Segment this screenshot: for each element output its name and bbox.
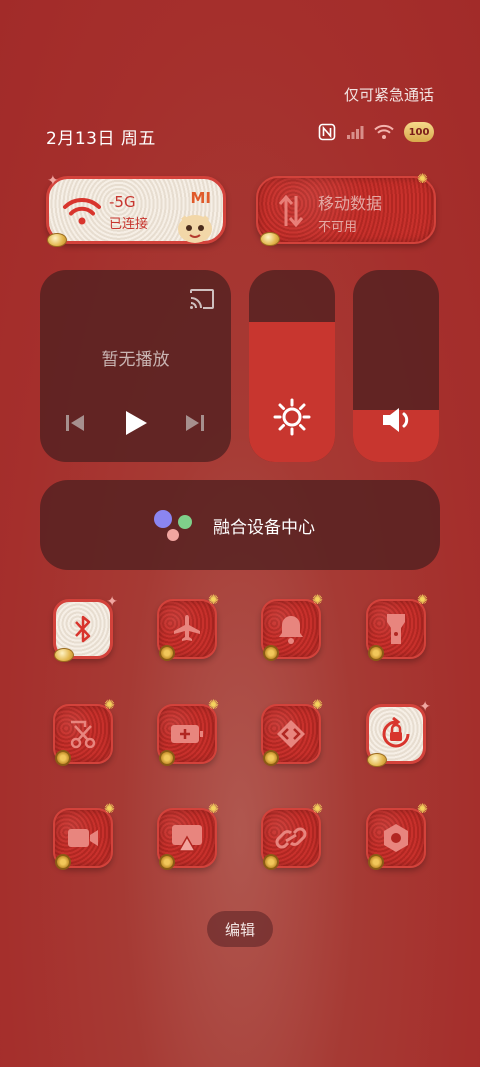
gold-coin-icon [368, 645, 384, 661]
mobile-data-status: 不可用 [318, 220, 358, 235]
star-decoration-icon: ✦ [106, 594, 118, 610]
toggle-nearby-share[interactable]: ✺ [261, 698, 323, 766]
gold-coin-icon [159, 750, 175, 766]
firework-icon: ✺ [104, 802, 115, 817]
data-arrows-icon [278, 194, 304, 232]
brightness-slider[interactable] [249, 270, 335, 462]
edit-button[interactable]: 编辑 [207, 911, 273, 947]
emergency-calls-only-text: 仅可紧急通话 [343, 86, 434, 104]
firework-icon: ✺ [104, 698, 115, 713]
firework-icon: ✺ [417, 172, 428, 187]
mi-badge: MI [190, 189, 211, 207]
mobile-data-label: 移动数据 [318, 194, 383, 213]
gold-ingot-icon [260, 232, 280, 246]
gold-coin-icon [159, 854, 175, 870]
gold-ingot-icon [54, 648, 74, 662]
wifi-status-icon [374, 124, 394, 140]
cast-icon[interactable] [189, 288, 215, 314]
wifi-network-name: -5G [109, 193, 136, 211]
next-track-icon[interactable] [184, 413, 206, 437]
signal-icon [346, 125, 364, 139]
toggle-settings[interactable]: ✺ [366, 802, 428, 870]
firework-icon: ✺ [417, 593, 428, 608]
battery-indicator: 100 [404, 122, 434, 142]
wifi-icon [63, 197, 101, 231]
date-text: 2月13日 周五 [46, 129, 156, 149]
toggle-silent-mode[interactable]: ✺ [261, 593, 323, 661]
firework-icon: ✺ [417, 802, 428, 817]
brightness-level-fill [249, 321, 335, 462]
status-icons: 100 [318, 122, 434, 142]
toggle-battery-saver[interactable]: ✺ [157, 698, 219, 766]
toggle-screenshot[interactable]: ✺ [53, 698, 115, 766]
toggle-rotation-lock[interactable]: ✦ [366, 699, 431, 767]
toggle-bluetooth[interactable]: ✦ [53, 594, 118, 662]
volume-icon [381, 405, 413, 439]
gold-coin-icon [159, 645, 175, 661]
device-hub-card[interactable]: 融合设备中心 [40, 480, 440, 570]
firework-icon: ✺ [208, 593, 219, 608]
gold-coin-icon [55, 750, 71, 766]
gold-coin-icon [55, 854, 71, 870]
gold-coin-icon [263, 854, 279, 870]
gold-ingot-icon [367, 753, 387, 767]
device-hub-icon [152, 508, 196, 548]
gold-coin-icon [368, 854, 384, 870]
wifi-status-text: 已连接 [109, 217, 149, 232]
wifi-tile[interactable]: ✦ -5G 已连接 MI [46, 173, 226, 247]
mascot-icon [175, 207, 215, 249]
toggle-screen-cast[interactable]: ✺ [157, 802, 219, 870]
gold-coin-icon [263, 750, 279, 766]
media-status-text: 暂无播放 [101, 350, 170, 370]
toggle-flashlight[interactable]: ✺ [366, 593, 428, 661]
volume-slider[interactable] [353, 270, 439, 462]
gold-coin-icon [263, 645, 279, 661]
firework-icon: ✺ [312, 802, 323, 817]
toggle-airplane-mode[interactable]: ✺ [157, 593, 219, 661]
firework-icon: ✺ [312, 698, 323, 713]
previous-track-icon[interactable] [64, 413, 86, 437]
star-decoration-icon: ✦ [419, 699, 431, 715]
mobile-data-tile[interactable]: 移动数据 不可用 ✺ [256, 172, 436, 246]
nfc-icon [318, 123, 336, 141]
firework-icon: ✺ [208, 698, 219, 713]
firework-icon: ✺ [208, 802, 219, 817]
firework-icon: ✺ [312, 593, 323, 608]
media-player-card[interactable]: 暂无播放 [40, 270, 231, 462]
star-decoration-icon: ✦ [47, 173, 59, 189]
play-icon[interactable] [123, 409, 149, 441]
toggle-screen-record[interactable]: ✺ [53, 802, 115, 870]
gold-ingot-icon [47, 233, 67, 247]
brightness-icon [273, 398, 311, 440]
toggle-link[interactable]: ✺ [261, 802, 323, 870]
device-hub-label: 融合设备中心 [213, 518, 315, 538]
